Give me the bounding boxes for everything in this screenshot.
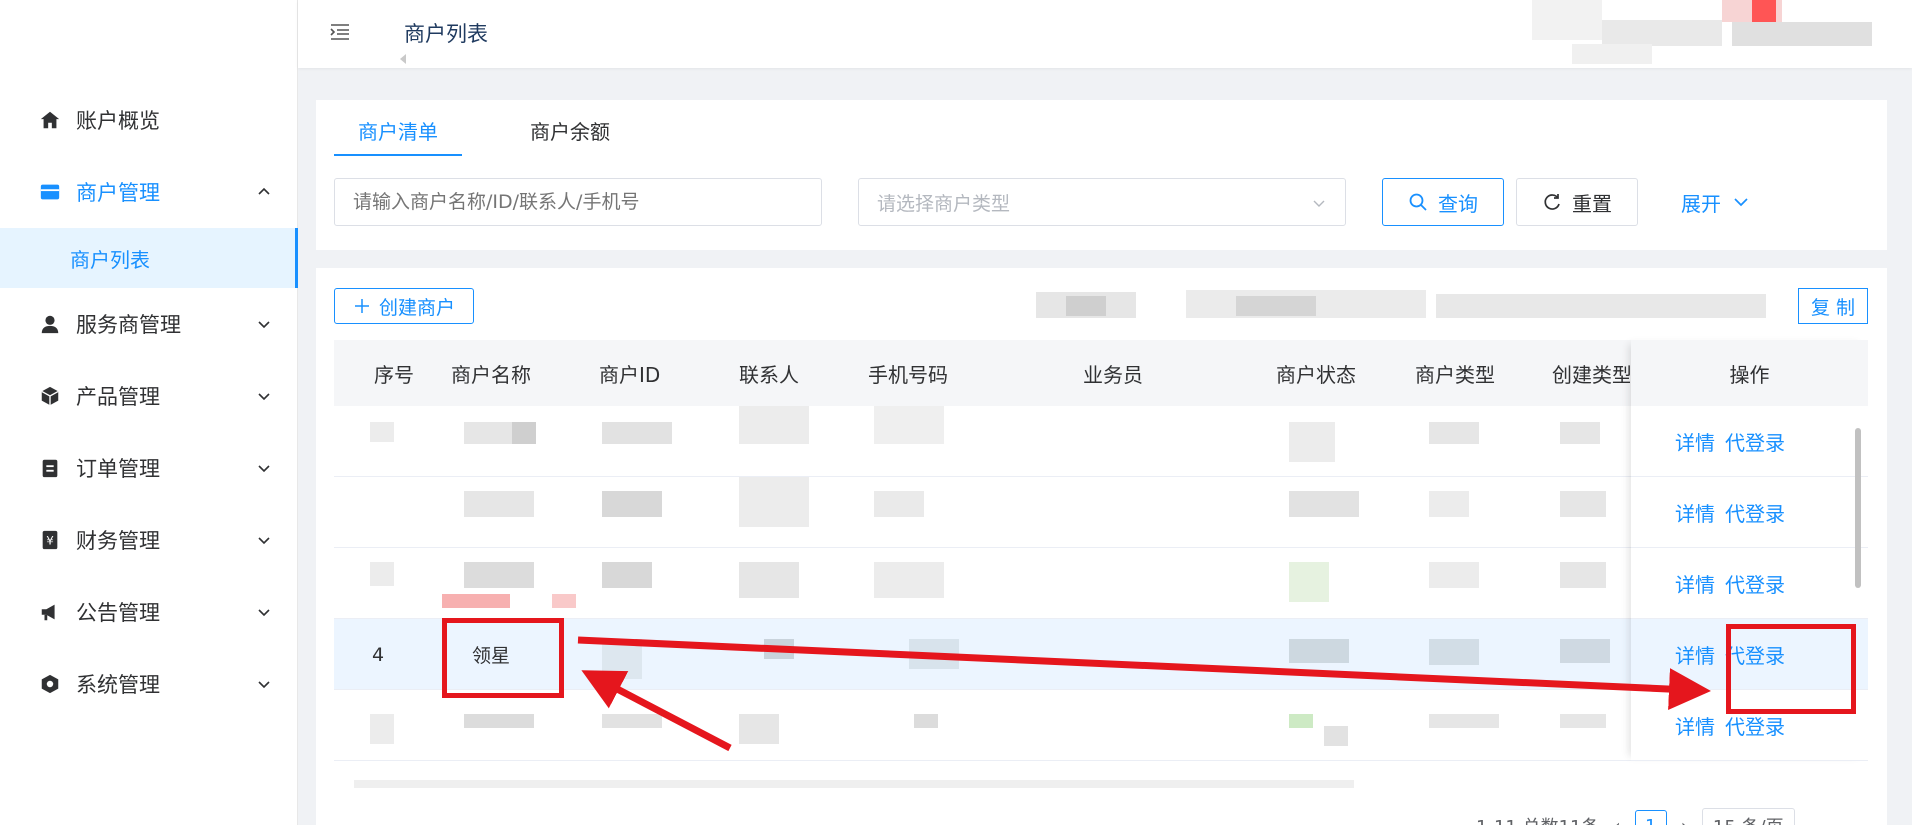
sidebar-item-product-management[interactable]: 产品管理 <box>0 360 298 432</box>
proxy-login-link[interactable]: 代登录 <box>1725 427 1785 456</box>
search-icon <box>1409 193 1427 211</box>
column-header-phone: 手机号码 <box>868 362 948 387</box>
pagination: 1-11 总数11条 ‹ 1 › 15 条/页 <box>1476 808 1795 825</box>
yen-icon: ¥ <box>38 528 62 552</box>
column-header-merchant-name: 商户名称 <box>451 362 531 387</box>
copy-button[interactable]: 复 制 <box>1798 288 1868 324</box>
sidebar-item-label: 财务管理 <box>76 529 160 553</box>
svg-text:¥: ¥ <box>46 534 54 548</box>
plus-icon <box>354 299 369 313</box>
search-card: 商户清单 商户余额 请选择商户类型 查询 重置 展开 <box>316 100 1887 250</box>
column-header-contact: 联系人 <box>739 362 799 387</box>
chevron-down-icon <box>258 465 270 473</box>
sidebar-item-finance-management[interactable]: ¥ 财务管理 <box>0 504 298 576</box>
column-header-merchant-type: 商户类型 <box>1415 362 1495 387</box>
expand-filter-button[interactable]: 展开 <box>1666 178 1766 226</box>
create-merchant-button[interactable]: 创建商户 <box>334 288 474 324</box>
sidebar-menu: 账户概览 商户管理 商户列表 服务商管理 产品管理 订单管理 ¥ 财务管理 公告… <box>0 84 298 720</box>
column-header-merchant-id: 商户ID <box>599 362 661 387</box>
cell-index: 4 <box>372 643 385 666</box>
sidebar-item-label: 系统管理 <box>76 673 160 697</box>
reload-icon <box>1544 194 1560 210</box>
sidebar-item-label: 产品管理 <box>76 385 160 409</box>
sidebar-item-label: 账户概览 <box>76 109 160 133</box>
ops-row: 详情 代登录 <box>1631 406 1868 477</box>
top-header: 商户列表 <box>298 0 1912 68</box>
proxy-login-link[interactable]: 代登录 <box>1725 711 1785 740</box>
cube-icon <box>38 384 62 408</box>
query-button[interactable]: 查询 <box>1382 178 1504 226</box>
detail-link[interactable]: 详情 <box>1675 711 1715 740</box>
detail-link[interactable]: 详情 <box>1675 569 1715 598</box>
table-card: 创建商户 复 制 序号 商户名称 商户ID 联系人 手机号码 业务员 商户状态 … <box>316 268 1887 825</box>
page-number[interactable]: 1 <box>1634 810 1667 825</box>
annotation-box-proxy-login <box>1726 624 1856 714</box>
tab-merchant-balance[interactable]: 商户余额 <box>506 108 634 154</box>
sidebar-item-label: 商户管理 <box>76 181 160 205</box>
sidebar-item-announcement-management[interactable]: 公告管理 <box>0 576 298 648</box>
horizontal-scrollbar[interactable] <box>334 778 1868 788</box>
megaphone-icon <box>38 600 62 624</box>
chevron-down-icon <box>258 537 270 545</box>
sidebar-item-account-overview[interactable]: 账户概览 <box>0 84 298 156</box>
pagination-summary: 1-11 总数11条 <box>1476 813 1599 825</box>
column-header-create-type: 创建类型 <box>1552 362 1630 387</box>
merchant-type-select[interactable]: 请选择商户类型 <box>858 178 1346 226</box>
proxy-login-link[interactable]: 代登录 <box>1725 498 1785 527</box>
chevron-down-icon <box>1313 200 1325 207</box>
query-button-label: 查询 <box>1438 191 1478 216</box>
expand-button-label: 展开 <box>1681 191 1721 216</box>
next-page-icon[interactable]: › <box>1681 816 1688 825</box>
chevron-down-icon <box>258 321 270 329</box>
menu-fold-icon[interactable] <box>328 20 352 44</box>
annotation-box-merchant-name <box>442 618 564 698</box>
sidebar-item-label: 公告管理 <box>76 601 160 625</box>
chevron-down-icon <box>1734 198 1748 207</box>
hexagon-gear-icon <box>38 672 62 696</box>
detail-link[interactable]: 详情 <box>1675 427 1715 456</box>
sidebar: 账户概览 商户管理 商户列表 服务商管理 产品管理 订单管理 ¥ 财务管理 公告… <box>0 0 298 825</box>
chevron-up-icon <box>258 187 270 195</box>
sidebar-item-label: 服务商管理 <box>76 313 181 337</box>
column-header-index: 序号 <box>374 362 414 387</box>
chevron-down-icon <box>258 393 270 401</box>
column-header-operations: 操作 <box>1631 340 1868 406</box>
page-tab-title[interactable]: 商户列表 <box>404 18 488 48</box>
column-header-salesperson: 业务员 <box>1083 362 1143 387</box>
chevron-down-icon <box>258 681 270 689</box>
tab-merchant-list[interactable]: 商户清单 <box>334 108 462 156</box>
detail-link[interactable]: 详情 <box>1675 498 1715 527</box>
sidebar-subitem-merchant-list[interactable]: 商户列表 <box>0 228 298 288</box>
ops-row: 详情 代登录 <box>1631 548 1868 619</box>
store-icon <box>38 180 62 204</box>
prev-page-icon[interactable]: ‹ <box>1613 816 1620 825</box>
home-icon <box>38 108 62 132</box>
scrollbar-thumb[interactable] <box>1855 428 1861 588</box>
ops-row: 详情 代登录 <box>1631 477 1868 548</box>
sidebar-item-system-management[interactable]: 系统管理 <box>0 648 298 720</box>
chevron-down-icon <box>258 609 270 617</box>
tab-scroll-caret-icon <box>400 54 406 64</box>
reset-button[interactable]: 重置 <box>1516 178 1638 226</box>
person-icon <box>38 312 62 336</box>
redacted-info-strip <box>1036 288 1792 324</box>
sidebar-item-merchant-management[interactable]: 商户管理 <box>0 156 298 228</box>
sidebar-item-order-management[interactable]: 订单管理 <box>0 432 298 504</box>
create-merchant-label: 创建商户 <box>378 296 455 319</box>
sidebar-item-provider-management[interactable]: 服务商管理 <box>0 288 298 360</box>
keyword-search-input[interactable] <box>334 178 822 226</box>
proxy-login-link[interactable]: 代登录 <box>1725 569 1785 598</box>
reset-button-label: 重置 <box>1572 191 1612 216</box>
detail-link[interactable]: 详情 <box>1675 640 1715 669</box>
merchant-type-placeholder: 请选择商户类型 <box>877 192 1011 215</box>
clipboard-icon <box>38 456 62 480</box>
merchant-tabs: 商户清单 商户余额 <box>334 108 634 156</box>
page-size-select[interactable]: 15 条/页 <box>1701 808 1795 825</box>
column-header-merchant-status: 商户状态 <box>1276 362 1356 387</box>
redacted-user-info <box>1532 0 1902 64</box>
merchant-table: 序号 商户名称 商户ID 联系人 手机号码 业务员 商户状态 商户类型 创建类型 <box>334 340 1868 761</box>
sidebar-item-label: 订单管理 <box>76 457 160 481</box>
